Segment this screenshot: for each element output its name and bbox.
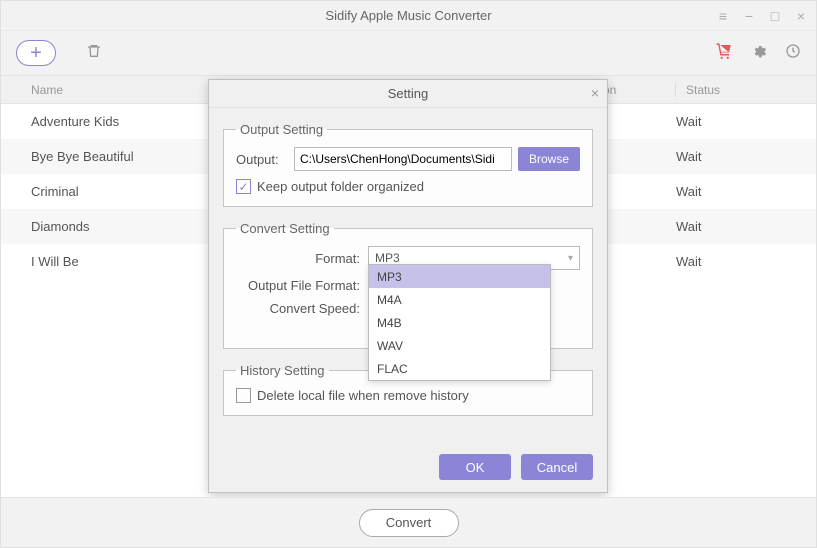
cart-icon[interactable] [715, 42, 733, 65]
trash-button[interactable] [86, 43, 102, 64]
track-status: Wait [676, 219, 791, 234]
add-button[interactable]: + [16, 40, 56, 66]
format-value: MP3 [375, 251, 400, 265]
dropdown-item-wav[interactable]: WAV [369, 334, 550, 357]
col-status[interactable]: Status [676, 83, 816, 97]
keep-organized-label: Keep output folder organized [257, 179, 424, 194]
bottom-bar: Convert [1, 497, 816, 547]
dropdown-item-flac[interactable]: FLAC [369, 357, 550, 380]
convert-speed-label: Convert Speed: [236, 301, 368, 316]
dropdown-item-m4a[interactable]: M4A [369, 288, 550, 311]
cancel-button[interactable]: Cancel [521, 454, 593, 480]
dropdown-item-m4b[interactable]: M4B [369, 311, 550, 334]
ok-button[interactable]: OK [439, 454, 511, 480]
minimize-icon[interactable]: − [742, 9, 756, 23]
browse-button[interactable]: Browse [518, 147, 580, 171]
dialog-titlebar: Setting × [209, 80, 607, 108]
delete-local-checkbox[interactable]: ✓ [236, 388, 251, 403]
window-title: Sidify Apple Music Converter [325, 8, 491, 23]
window-controls: ≡ − □ × [716, 1, 808, 31]
history-icon[interactable] [785, 43, 801, 64]
convert-setting-legend: Convert Setting [236, 221, 334, 236]
titlebar: Sidify Apple Music Converter ≡ − □ × [1, 1, 816, 31]
maximize-icon[interactable]: □ [768, 9, 782, 23]
track-status: Wait [676, 149, 791, 164]
output-path-input[interactable] [294, 147, 512, 171]
keep-organized-checkbox[interactable]: ✓ [236, 179, 251, 194]
output-file-format-label: Output File Format: [236, 278, 368, 293]
output-setting-legend: Output Setting [236, 122, 327, 137]
dialog-title: Setting [388, 86, 428, 101]
history-setting-legend: History Setting [236, 363, 329, 378]
track-status: Wait [676, 184, 791, 199]
gear-icon[interactable] [751, 43, 767, 64]
track-status: Wait [676, 114, 791, 129]
dialog-close-button[interactable]: × [591, 85, 599, 101]
output-label: Output: [236, 152, 294, 167]
chevron-down-icon: ▾ [568, 253, 573, 264]
format-label: Format: [236, 251, 368, 266]
dropdown-item-mp3[interactable]: MP3 [369, 265, 550, 288]
track-status: Wait [676, 254, 791, 269]
close-icon[interactable]: × [794, 9, 808, 23]
delete-local-label: Delete local file when remove history [257, 388, 469, 403]
menu-icon[interactable]: ≡ [716, 9, 730, 23]
toolbar: + [1, 31, 816, 76]
format-dropdown: MP3 M4A M4B WAV FLAC [368, 264, 551, 381]
output-setting-group: Output Setting Output: Browse ✓ Keep out… [223, 122, 593, 207]
convert-button[interactable]: Convert [359, 509, 459, 537]
